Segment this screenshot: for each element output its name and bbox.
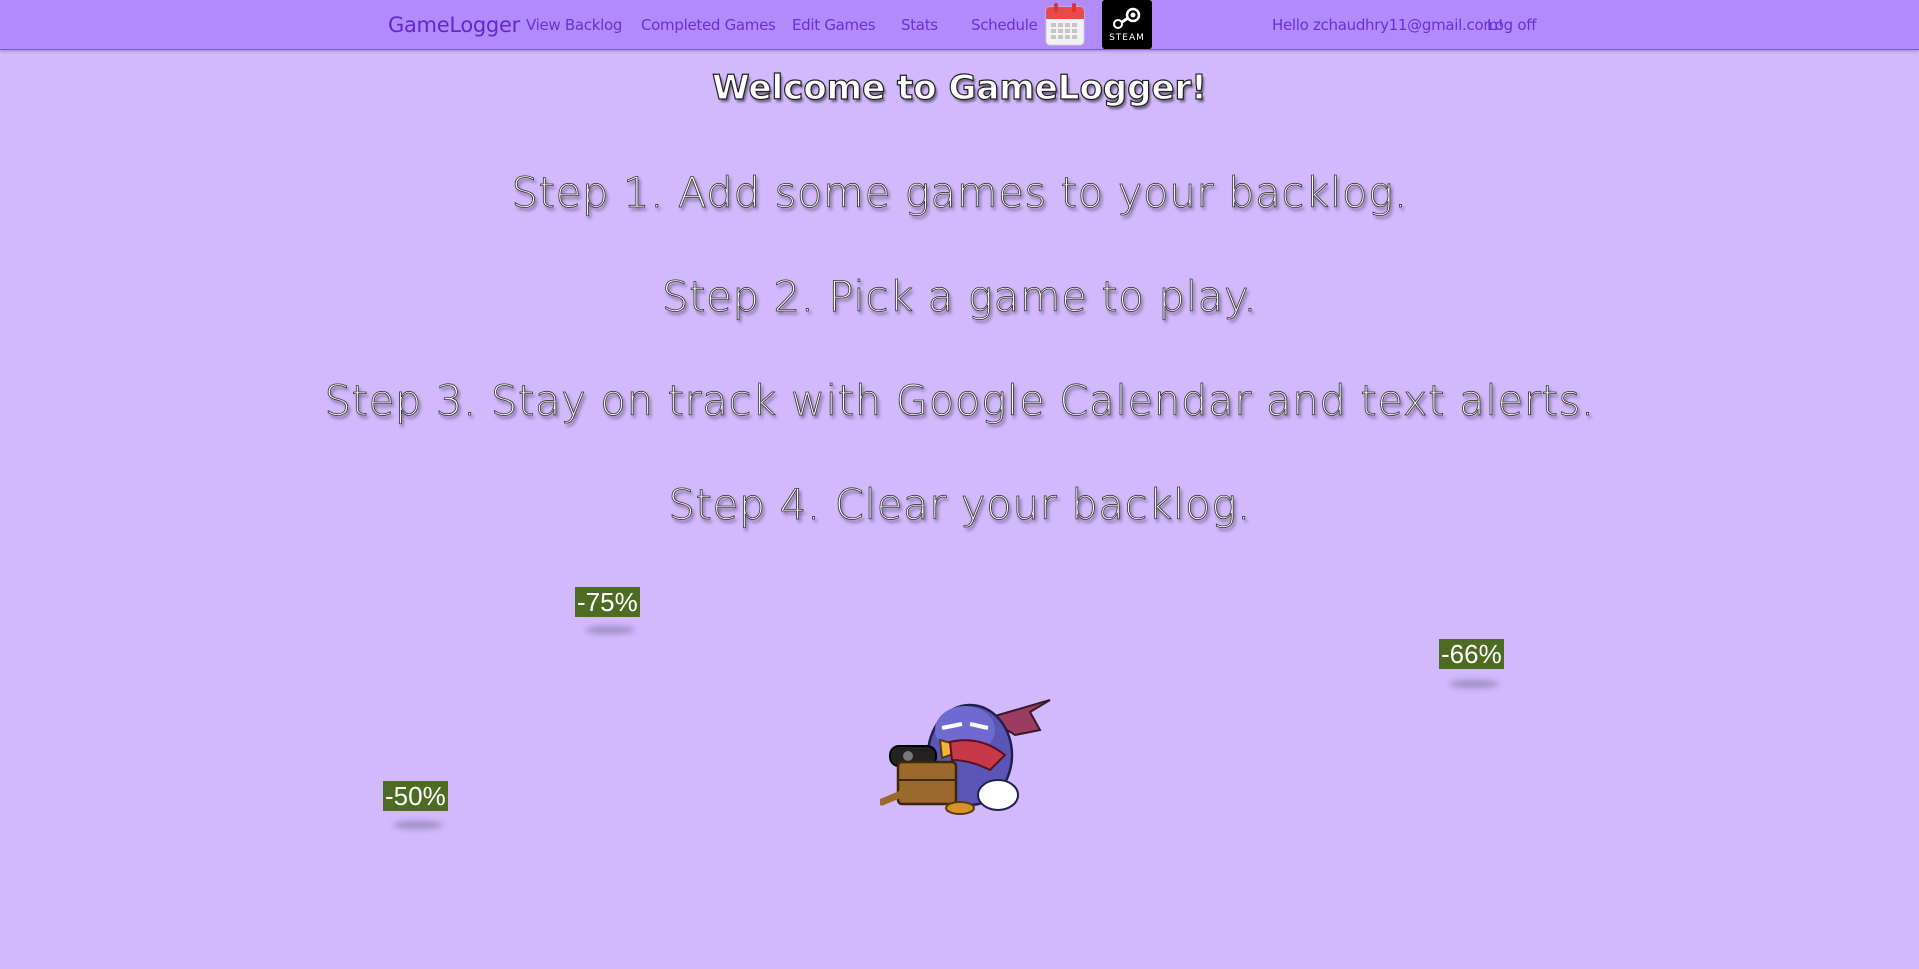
top-navbar: GameLogger View Backlog Completed Games … [0, 0, 1919, 50]
step-3: Step 3. Stay on track with Google Calend… [324, 376, 1595, 426]
discount-badge: -50% [383, 781, 448, 811]
nav-completed-games[interactable]: Completed Games [641, 0, 776, 50]
prinny-mascot-image [878, 680, 1055, 815]
calendar-icon[interactable] [1045, 2, 1085, 46]
badge-shadow [1449, 680, 1499, 688]
nav-schedule[interactable]: Schedule [971, 0, 1038, 50]
step-4: Step 4. Clear your backlog. [668, 480, 1251, 530]
discount-badge: -66% [1439, 639, 1504, 669]
page-title: Welcome to GameLogger! [712, 67, 1208, 108]
nav-edit-games[interactable]: Edit Games [792, 0, 876, 50]
nav-stats[interactable]: Stats [901, 0, 938, 50]
nav-view-backlog[interactable]: View Backlog [526, 0, 622, 50]
badge-shadow [585, 626, 635, 634]
steam-label: STEAM [1109, 33, 1145, 43]
badge-shadow [393, 821, 443, 829]
logoff-link[interactable]: Log off [1487, 0, 1537, 50]
discount-badge: -75% [575, 587, 640, 617]
steam-icon[interactable]: STEAM [1102, 0, 1152, 49]
brand-link[interactable]: GameLogger [388, 0, 520, 50]
step-2: Step 2. Pick a game to play. [661, 272, 1258, 322]
greeting-link[interactable]: Hello zchaudhry11@gmail.com! [1272, 0, 1504, 50]
step-1: Step 1. Add some games to your backlog. [511, 168, 1408, 218]
